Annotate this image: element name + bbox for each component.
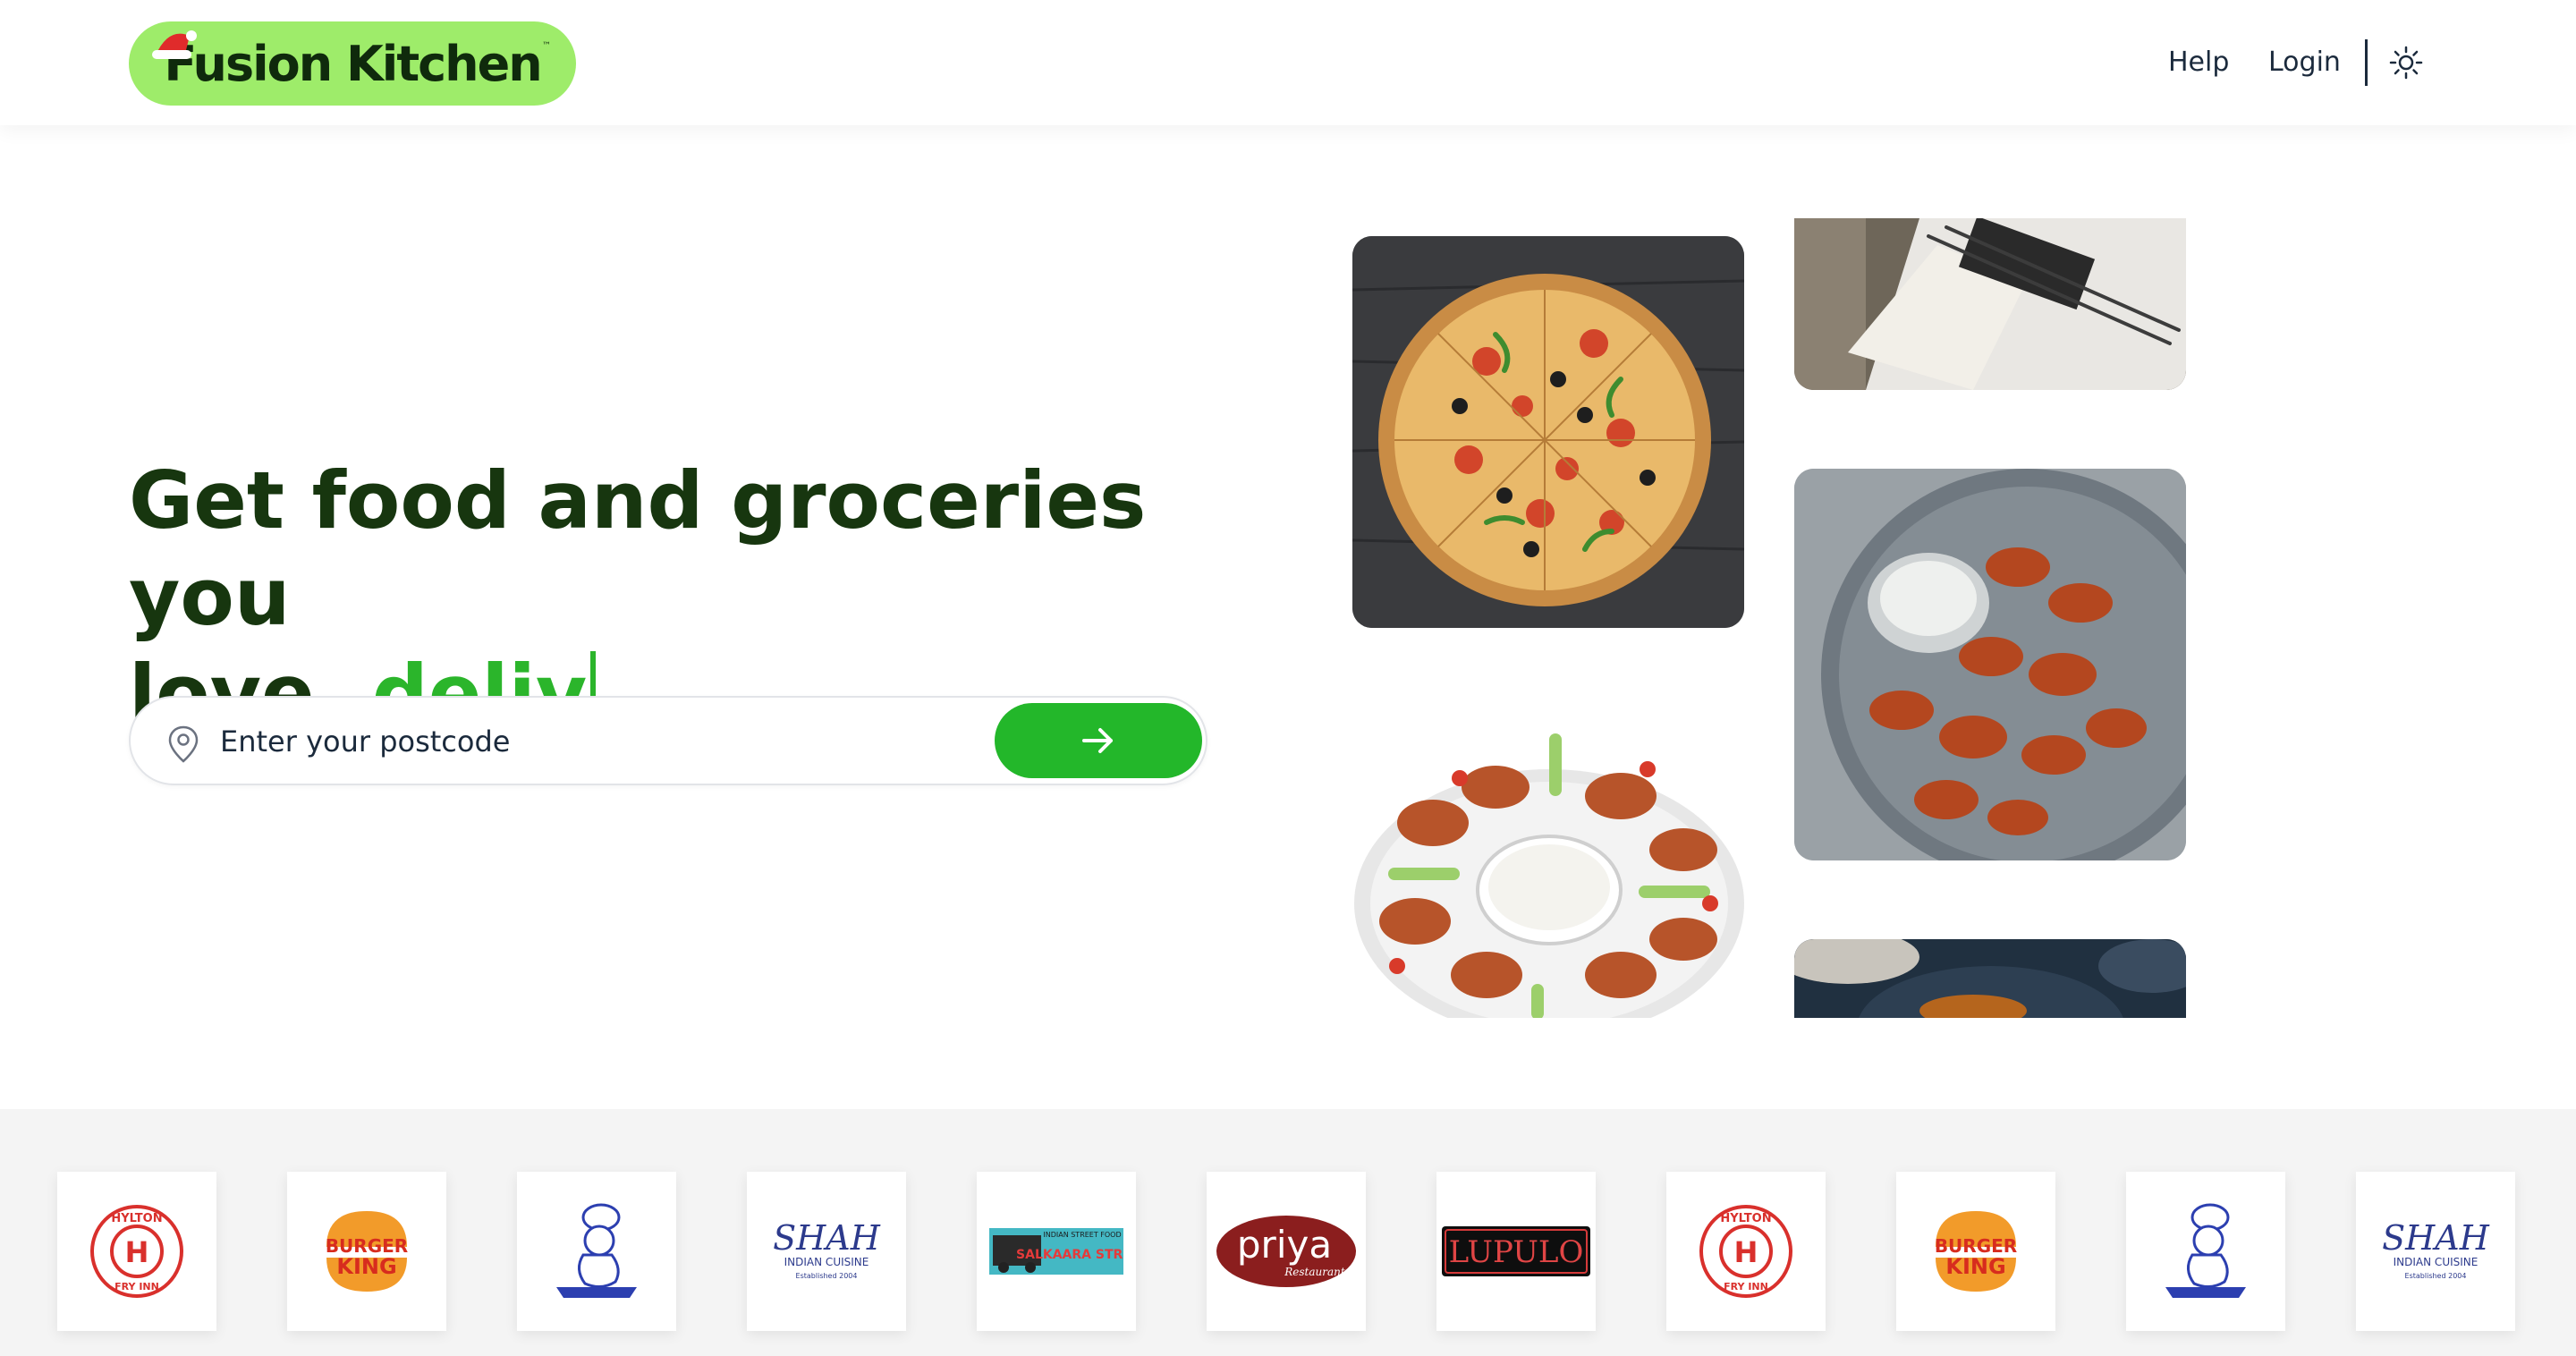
brand-card-salkaara-street[interactable]: INDIAN STREET FOOD SALKAARA STREET	[977, 1172, 1136, 1331]
svg-text:KING: KING	[1945, 1254, 2005, 1279]
svg-text:HYLTON: HYLTON	[1720, 1212, 1771, 1225]
pizza-image	[1352, 236, 1744, 628]
search-submit-button[interactable]	[995, 703, 1202, 778]
svg-text:Established 2004: Established 2004	[796, 1272, 858, 1280]
chef-mascot-logo	[2165, 1203, 2246, 1298]
postcode-input[interactable]	[220, 716, 1025, 767]
chef-mascot-logo	[556, 1203, 637, 1298]
svg-text:Restaurant: Restaurant	[1284, 1266, 1345, 1278]
dish-bowl-image	[1794, 939, 2186, 1018]
svg-text:priya: priya	[1237, 1223, 1332, 1267]
brand-card-burger-king-2[interactable]: BURGER KING	[1896, 1172, 2055, 1331]
trademark-symbol: ™	[542, 41, 551, 51]
svg-text:FRY INN: FRY INN	[114, 1281, 159, 1292]
postcode-search-bar	[129, 696, 1208, 785]
svg-text:SHAH: SHAH	[2382, 1218, 2490, 1258]
brand-card-chef-mascot[interactable]	[517, 1172, 676, 1331]
location-pin-icon	[168, 725, 199, 763]
brand-card-hylton-fry-inn-2[interactable]: H HYLTON FRY INN	[1666, 1172, 1826, 1331]
burger-king-logo: BURGER KING	[1935, 1211, 2017, 1292]
site-header: Fusion Kitchen ™ Help Login	[0, 0, 2576, 125]
shah-indian-cuisine-logo: SHAH INDIAN CUISINE Established 2004	[2382, 1218, 2490, 1280]
svg-text:SHAH: SHAH	[773, 1218, 881, 1258]
shah-indian-cuisine-logo: SHAH INDIAN CUISINE Established 2004	[773, 1218, 881, 1280]
santa-hat-icon	[152, 30, 197, 59]
logo-text: Fusion Kitchen	[164, 35, 542, 92]
nav-help-link[interactable]: Help	[2168, 47, 2229, 78]
burger-king-logo: BURGER KING	[326, 1211, 408, 1292]
nav-login-link[interactable]: Login	[2268, 47, 2341, 78]
partner-brands-strip: H HYLTON FRY INN BURGER KING SHAH INDIAN…	[0, 1109, 2576, 1356]
priya-restaurant-logo: priya Restaurant	[1216, 1216, 1356, 1287]
svg-text:H: H	[125, 1235, 149, 1269]
brand-card-shah-indian-cuisine-2[interactable]: SHAH INDIAN CUISINE Established 2004	[2356, 1172, 2515, 1331]
chicken-wings-image	[1794, 469, 2186, 860]
svg-text:LUPULO: LUPULO	[1449, 1234, 1584, 1270]
brand-card-hylton-fry-inn[interactable]: H HYLTON FRY INN	[57, 1172, 216, 1331]
hylton-fry-inn-logo: H HYLTON FRY INN	[90, 1205, 183, 1298]
svg-text:H: H	[1734, 1235, 1758, 1269]
svg-text:INDIAN CUISINE: INDIAN CUISINE	[784, 1256, 869, 1268]
brand-card-chef-mascot-2[interactable]	[2126, 1172, 2285, 1331]
svg-text:INDIAN STREET FOOD: INDIAN STREET FOOD	[1043, 1231, 1121, 1239]
arrow-right-icon	[1082, 728, 1113, 753]
svg-text:FRY INN: FRY INN	[1724, 1281, 1768, 1292]
cutlery-image	[1794, 218, 2186, 390]
brand-card-lupulo[interactable]: LUPULO	[1436, 1172, 1596, 1331]
lupulo-logo: LUPULO	[1442, 1226, 1590, 1276]
brand-card-priya-restaurant[interactable]: priya Restaurant	[1207, 1172, 1366, 1331]
fusion-kitchen-logo[interactable]: Fusion Kitchen ™	[129, 21, 576, 106]
salkaara-street-logo: INDIAN STREET FOOD SALKAARA STREET	[989, 1228, 1123, 1275]
sun-icon[interactable]	[2388, 45, 2424, 81]
svg-text:KING: KING	[336, 1254, 396, 1279]
nav-divider	[2365, 39, 2368, 86]
hylton-fry-inn-logo: H HYLTON FRY INN	[1699, 1205, 1792, 1298]
svg-text:Established 2004: Established 2004	[2405, 1272, 2467, 1280]
wings-platter-image	[1352, 698, 1744, 1018]
brand-card-burger-king[interactable]: BURGER KING	[287, 1172, 446, 1331]
hero-heading-line1: Get food and groceries you	[129, 454, 1147, 643]
svg-text:INDIAN CUISINE: INDIAN CUISINE	[2394, 1256, 2479, 1268]
brand-card-shah-indian-cuisine[interactable]: SHAH INDIAN CUISINE Established 2004	[747, 1172, 906, 1331]
svg-text:SALKAARA STREET: SALKAARA STREET	[1016, 1248, 1123, 1262]
svg-text:HYLTON: HYLTON	[111, 1212, 162, 1225]
